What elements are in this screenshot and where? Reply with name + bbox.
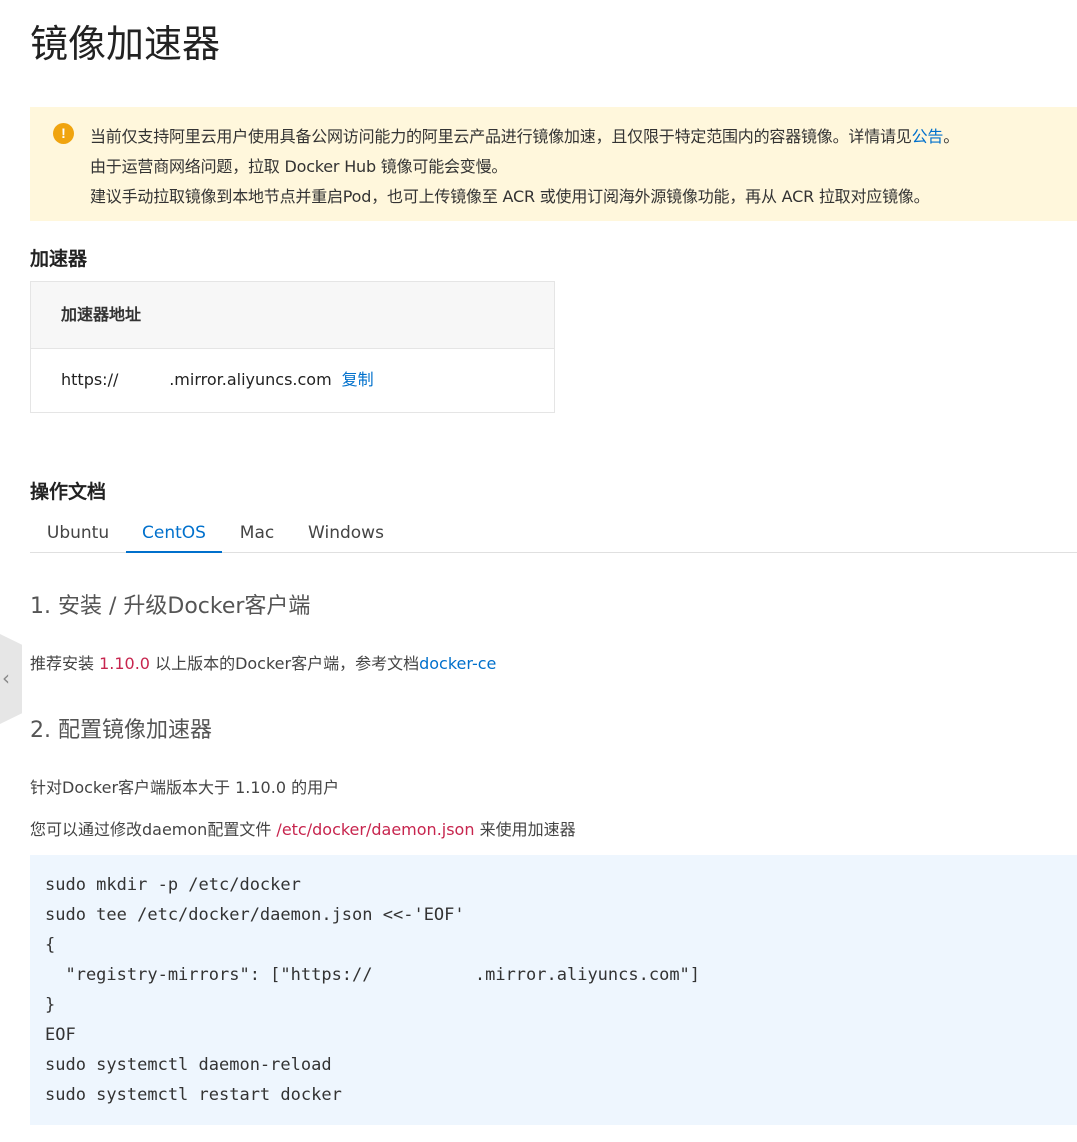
docker-ce-link[interactable]: docker-ce — [419, 654, 496, 673]
step2-text-2: 您可以通过修改daemon配置文件 /etc/docker/daemon.jso… — [30, 820, 576, 839]
chevron-left-icon: ‹ — [2, 666, 10, 690]
step1-text: 推荐安装 1.10.0 以上版本的Docker客户端，参考文档docker-ce — [30, 654, 497, 673]
step1-heading: 1. 安装 / 升级Docker客户端 — [30, 594, 311, 619]
accelerator-address: https:// .mirror.aliyuncs.com — [61, 370, 332, 389]
accelerator-section-title: 加速器 — [30, 248, 88, 270]
os-tabs: Ubuntu CentOS Mac Windows — [30, 515, 1077, 553]
page-title: 镜像加速器 — [30, 22, 221, 66]
copy-button[interactable]: 复制 — [342, 370, 374, 389]
step2-text-1: 针对Docker客户端版本大于 1.10.0 的用户 — [30, 778, 340, 797]
code-block[interactable]: sudo mkdir -p /etc/docker sudo tee /etc/… — [30, 855, 1077, 1125]
sidebar-toggle[interactable]: ‹ — [0, 634, 22, 724]
tab-ubuntu[interactable]: Ubuntu — [30, 515, 126, 553]
accelerator-table: 加速器地址 https:// .mirror.aliyuncs.com 复制 — [30, 281, 555, 413]
step2-heading: 2. 配置镜像加速器 — [30, 718, 212, 743]
tab-centos[interactable]: CentOS — [126, 515, 222, 553]
notice-line-2: 由于运营商网络问题，拉取 Docker Hub 镜像可能会变慢。 — [90, 157, 508, 176]
code-content: sudo mkdir -p /etc/docker sudo tee /etc/… — [45, 875, 701, 1105]
config-path: /etc/docker/daemon.json — [276, 820, 475, 839]
accelerator-address-row: https:// .mirror.aliyuncs.com 复制 — [31, 349, 554, 412]
tab-windows[interactable]: Windows — [292, 515, 400, 553]
warning-icon: ! — [53, 123, 74, 144]
accelerator-address-header: 加速器地址 — [31, 282, 554, 349]
notice-banner: ! 当前仅支持阿里云用户使用具备公网访问能力的阿里云产品进行镜像加速，且仅限于特… — [30, 107, 1077, 221]
tab-mac[interactable]: Mac — [222, 515, 292, 553]
announcement-link[interactable]: 公告 — [912, 127, 944, 146]
recommended-version: 1.10.0 — [99, 654, 150, 673]
notice-line-1: 当前仅支持阿里云用户使用具备公网访问能力的阿里云产品进行镜像加速，且仅限于特定范… — [90, 127, 960, 146]
docs-section-title: 操作文档 — [30, 481, 107, 503]
notice-line-3: 建议手动拉取镜像到本地节点并重启Pod，也可上传镜像至 ACR 或使用订阅海外源… — [90, 187, 930, 206]
